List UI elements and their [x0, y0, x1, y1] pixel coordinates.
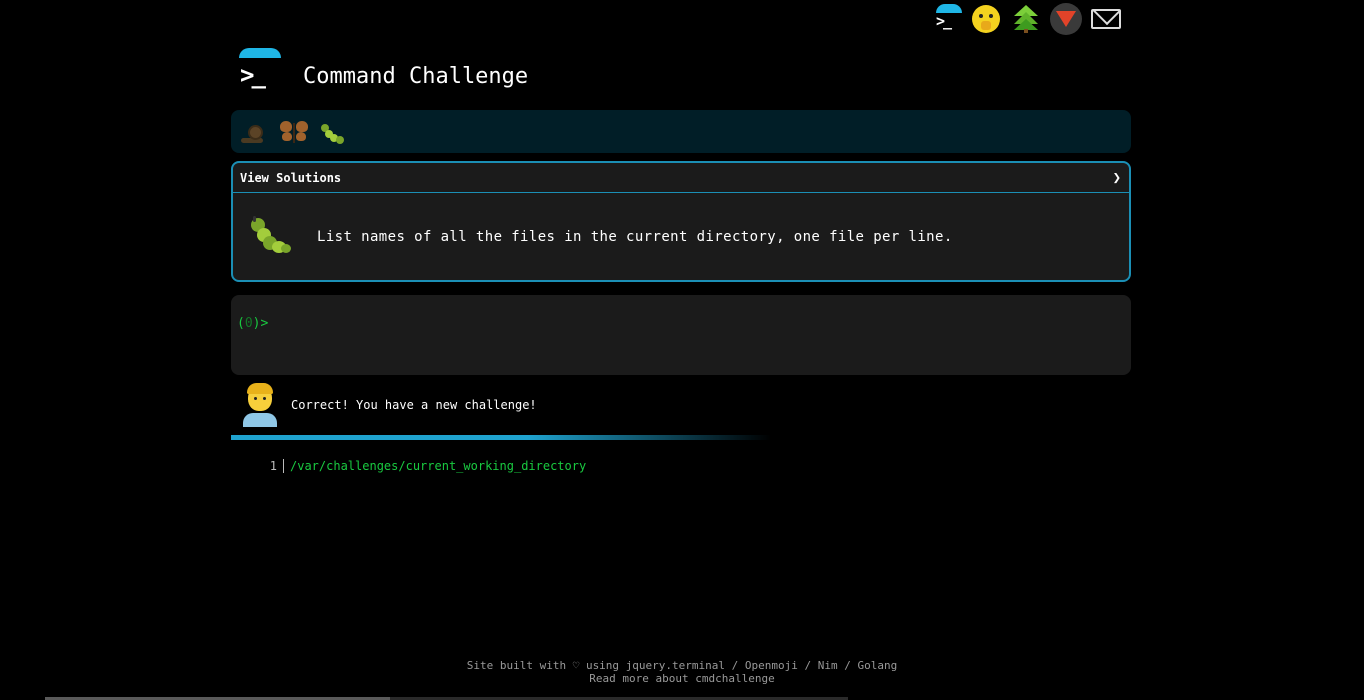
golang-link[interactable]: Golang — [858, 659, 898, 672]
caterpillar-icon — [247, 214, 293, 260]
result-message: Correct! You have a new challenge! — [291, 398, 537, 412]
view-solutions-toggle[interactable]: View Solutions ❯ — [233, 163, 1129, 193]
challenge-panel: View Solutions ❯ List names of all the f… — [231, 161, 1131, 282]
terminal-input[interactable]: (0)> — [231, 295, 1131, 375]
openmoji-link[interactable]: Openmoji — [745, 659, 798, 672]
terminal-prompt: (0)> — [237, 316, 268, 331]
footer-sep: / — [837, 659, 858, 672]
gitlab-icon[interactable] — [1050, 3, 1082, 35]
butterfly-icon[interactable] — [279, 118, 308, 146]
shushing-face-icon[interactable] — [970, 3, 1002, 35]
footer-credits: Site built with ♡ using jquery.terminal … — [0, 659, 1364, 672]
logo-icon[interactable]: >_ — [238, 48, 282, 92]
gutter-divider — [283, 459, 284, 473]
chevron-right-icon[interactable]: ❯ — [1113, 170, 1121, 186]
envelope-icon[interactable] — [1090, 3, 1122, 35]
jquery-terminal-link[interactable]: jquery.terminal — [626, 659, 725, 672]
nim-link[interactable]: Nim — [818, 659, 838, 672]
progress-bar — [231, 435, 771, 440]
footer-sep: / — [797, 659, 818, 672]
prompt-close: )> — [252, 316, 269, 331]
page: >_ >_ Command Challenge View Solutions ❯… — [0, 0, 1364, 700]
challenge-body: List names of all the files in the curre… — [233, 193, 1129, 281]
read-more-link[interactable]: Read more about cmdchallenge — [589, 672, 774, 685]
view-solutions-label: View Solutions — [240, 170, 342, 185]
challenge-description: List names of all the files in the curre… — [317, 229, 953, 245]
terminal-glyph: >_ — [936, 12, 952, 30]
badge-bar — [231, 110, 1131, 153]
prompt-count: 0 — [244, 316, 253, 331]
footer-sep: / — [725, 659, 745, 672]
output-list: 1 /var/challenges/current_working_direct… — [231, 458, 1131, 474]
output-text: /var/challenges/current_working_director… — [290, 459, 587, 473]
terminal-logo-icon[interactable]: >_ — [930, 2, 962, 36]
caterpillar-icon[interactable] — [319, 118, 347, 146]
tree-icon[interactable] — [1010, 3, 1042, 35]
person-avatar-icon — [243, 383, 277, 427]
progress-track — [231, 435, 1131, 440]
footer-prefix: Site built with ♡ using — [466, 659, 626, 672]
result-message-row: Correct! You have a new challenge! — [231, 383, 1131, 427]
prompt-open: ( — [237, 316, 245, 331]
output-line: 1 /var/challenges/current_working_direct… — [269, 458, 1131, 474]
page-title: Command Challenge — [303, 63, 529, 89]
top-nav: >_ — [930, 0, 1122, 38]
line-number: 1 — [269, 459, 277, 473]
header: >_ Command Challenge — [238, 48, 528, 92]
result-section: Correct! You have a new challenge! 1 /va… — [231, 383, 1131, 474]
snail-icon[interactable] — [239, 118, 267, 146]
footer: Site built with ♡ using jquery.terminal … — [0, 659, 1364, 685]
logo-glyph: >_ — [240, 61, 266, 89]
